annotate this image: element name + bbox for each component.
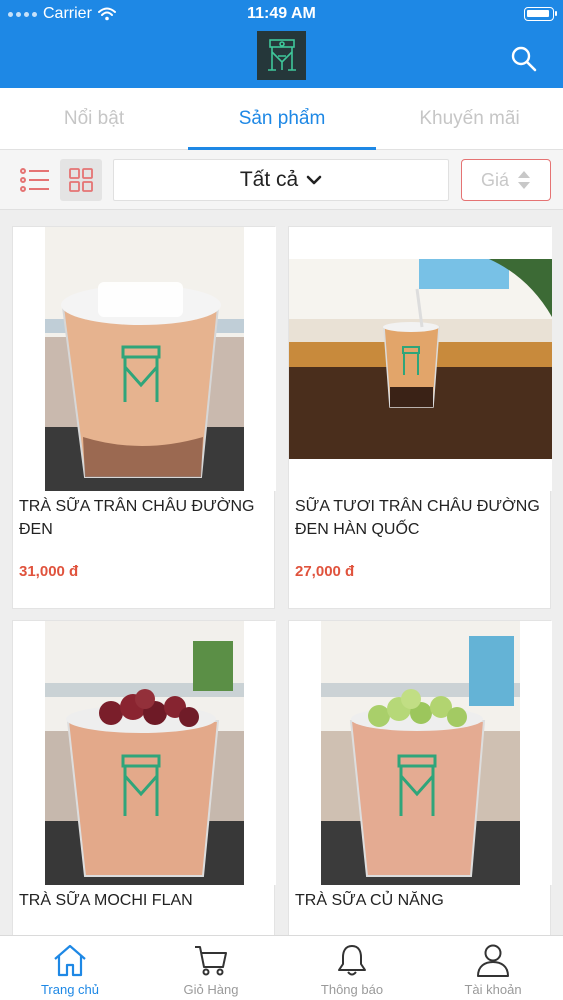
nav-home-label: Trang chủ <box>40 982 100 997</box>
category-filter-value: Tất cả <box>239 168 299 191</box>
product-price: 27,000 đ <box>295 563 355 580</box>
nav-notifications[interactable]: Thông báo <box>282 936 422 1000</box>
product-name: SỮA TƯƠI TRÂN CHÂU ĐƯỜNG ĐEN HÀN QUỐC <box>295 498 540 538</box>
tab-featured[interactable]: Nổi bật <box>0 88 188 150</box>
tab-products-label: Sản phẩm <box>238 108 326 129</box>
user-icon <box>477 944 509 977</box>
product-photo <box>289 621 552 885</box>
cart-icon <box>195 946 227 976</box>
product-name: TRÀ SỮA CỦ NĂNG <box>295 892 444 909</box>
tab-products[interactable]: Sản phẩm <box>188 88 376 150</box>
price-sort-label: Giá <box>480 169 509 190</box>
category-filter-dropdown[interactable]: Tất cả <box>113 159 449 201</box>
battery-icon <box>524 7 557 21</box>
search-icon <box>511 46 537 72</box>
bell-icon <box>338 945 366 976</box>
price-sort-button[interactable]: Giá <box>461 159 551 201</box>
app-header: Carrier 11:49 AM <box>0 0 563 88</box>
product-photo <box>289 227 552 491</box>
nav-notifications-label: Thông báo <box>320 982 384 997</box>
tab-bar: Nổi bật Sản phẩm Khuyến mãi <box>0 88 563 150</box>
brand-monogram-logo[interactable] <box>257 31 306 80</box>
status-bar: Carrier 11:49 AM <box>0 0 563 28</box>
tab-promotions[interactable]: Khuyến mãi <box>376 88 563 150</box>
filter-toolbar: Tất cả Giá <box>0 150 563 210</box>
nav-cart-label: Giỏ Hàng <box>183 982 239 997</box>
product-card[interactable]: TRÀ SỮA CỦ NĂNG <box>288 620 552 935</box>
product-card[interactable]: TRÀ SỮA TRÂN CHÂU ĐƯỜNG ĐEN 31,000 đ <box>12 226 276 609</box>
chevron-down-icon <box>306 175 322 185</box>
product-card[interactable]: SỮA TƯƠI TRÂN CHÂU ĐƯỜNG ĐEN HÀN QUỐC 27… <box>288 226 552 609</box>
search-button[interactable] <box>509 44 539 74</box>
bottom-nav: Trang chủ Giỏ Hàng Thông báo Tài khoản <box>0 935 563 1000</box>
grid-view-icon <box>69 168 93 192</box>
list-view-icon <box>20 168 49 192</box>
sort-icon <box>518 171 530 189</box>
nav-account-label: Tài khoản <box>464 982 522 997</box>
grid-view-button[interactable] <box>60 159 102 201</box>
product-name: TRÀ SỮA MOCHI FLAN <box>19 892 193 909</box>
nav-cart[interactable]: Giỏ Hàng <box>141 936 281 1000</box>
nav-home[interactable]: Trang chủ <box>0 936 140 1000</box>
product-photo <box>13 621 276 885</box>
list-view-button[interactable] <box>14 159 56 201</box>
nav-account[interactable]: Tài khoản <box>423 936 563 1000</box>
home-icon <box>54 944 86 977</box>
product-card[interactable]: TRÀ SỮA MOCHI FLAN <box>12 620 276 935</box>
clock: 11:49 AM <box>247 5 316 22</box>
product-price: 31,000 đ <box>19 563 79 580</box>
product-grid: TRÀ SỮA TRÂN CHÂU ĐƯỜNG ĐEN 31,000 đ SỮA… <box>0 210 563 935</box>
product-name: TRÀ SỮA TRÂN CHÂU ĐƯỜNG ĐEN <box>19 498 255 538</box>
product-photo <box>13 227 276 491</box>
